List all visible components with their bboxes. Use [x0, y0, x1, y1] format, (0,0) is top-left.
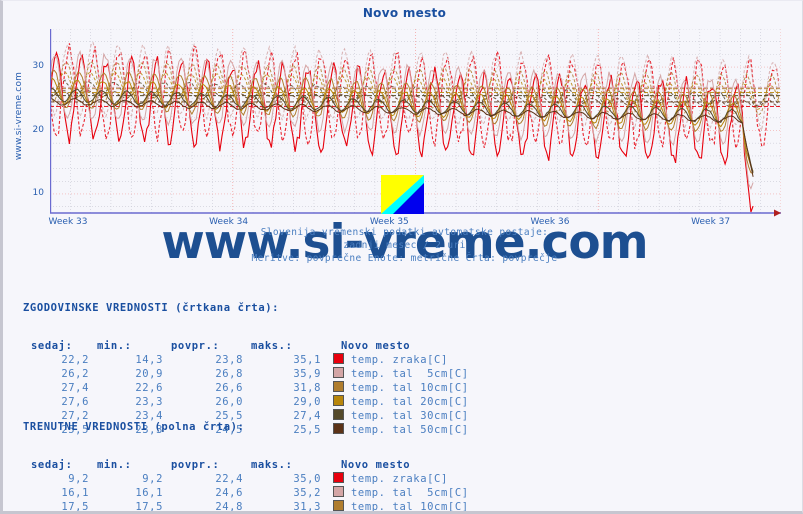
table-row: 16,1 16,1 24,6 35,2 temp. tal 5cm[C] — [23, 486, 469, 500]
site-watermark-vertical: www.si-vreme.com — [14, 71, 24, 161]
legend-series-label: temp. tal 5cm[C] — [351, 487, 469, 499]
legend-series-label: temp. tal 5cm[C] — [351, 368, 469, 380]
x-axis-tick-4: Week 37 — [691, 217, 731, 227]
chart-window: Novo mesto www.si-vreme.com 10 20 30 Week … — [0, 0, 803, 514]
cell-sedaj: 27,4 — [61, 381, 89, 394]
cell-min: 16,1 — [135, 486, 163, 499]
cell-povpr: 23,8 — [215, 353, 243, 366]
cell-min: 14,3 — [135, 353, 163, 366]
column-header-0: sedaj: — [31, 340, 73, 352]
y-axis-tick-10: 10 — [32, 187, 44, 198]
cell-maks: 35,0 — [293, 472, 321, 485]
cell-sedaj: 9,2 — [68, 472, 89, 485]
legend-series-label: temp. zraka[C] — [351, 473, 448, 485]
legend-series-label: temp. tal 10cm[C] — [351, 382, 469, 394]
legend-entry: temp. tal 10cm[C] — [321, 381, 469, 395]
cell-sedaj: 17,5 — [61, 500, 89, 513]
current-series-5 — [50, 97, 754, 177]
legend-color-swatch — [333, 367, 344, 378]
y-axis-tick-30: 30 — [32, 61, 44, 72]
si-vreme-logo — [381, 175, 424, 214]
cell-povpr: 26,8 — [215, 367, 243, 380]
x-axis-tick-2: Week 35 — [369, 217, 409, 227]
legend-entry: temp. tal 5cm[C] — [321, 486, 469, 500]
cell-min: 20,9 — [135, 367, 163, 380]
caption-line-2: zadnji mesec / 2 uri — [343, 240, 466, 251]
current-section-title: TRENUTNE VREDNOSTI (polna črta): — [23, 421, 245, 433]
legend-entry: temp. zraka[C] — [321, 353, 469, 367]
cell-povpr: 24,6 — [215, 486, 243, 499]
column-header-1: min.: — [97, 459, 132, 471]
column-header-3: maks.: — [251, 459, 293, 471]
column-header-1: min.: — [97, 340, 132, 352]
caption-line-3: Meritve: povprečne Enote: metrične Črta:… — [251, 253, 558, 264]
table-row: 9,2 9,2 22,4 35,0 temp. zraka[C] — [23, 472, 469, 486]
legend-color-swatch — [333, 381, 344, 392]
x-axis-tick-1: Week 34 — [209, 217, 249, 227]
cell-min: 17,5 — [135, 500, 163, 513]
x-axis-tick-0: Week 33 — [48, 217, 88, 227]
x-axis-tick-3: Week 36 — [530, 217, 570, 227]
legend-color-swatch — [333, 500, 344, 511]
table-row: 26,2 20,9 26,8 35,9 temp. tal 5cm[C] — [23, 367, 469, 381]
legend-series-label: temp. zraka[C] — [351, 354, 448, 366]
historical-section-title: ZGODOVINSKE VREDNOSTI (črtkana črta): — [23, 302, 280, 314]
legend-series-label: temp. tal 10cm[C] — [351, 501, 469, 513]
cell-povpr: 22,4 — [215, 472, 243, 485]
table-row: 27,4 22,6 26,6 31,8 temp. tal 10cm[C] — [23, 381, 469, 395]
table-row: 17,5 17,5 24,8 31,3 temp. tal 10cm[C] — [23, 500, 469, 513]
current-table: sedaj: min.: povpr.: maks.: Novo mesto 9,2 9,2… — [23, 459, 469, 513]
legend-color-swatch — [333, 486, 344, 497]
column-header-4: Novo mesto — [341, 340, 411, 352]
table-header-row: sedaj: min.: povpr.: maks.: Novo mesto — [23, 459, 469, 472]
cell-min: 22,6 — [135, 381, 163, 394]
legend-entry: temp. tal 10cm[C] — [321, 500, 469, 513]
column-header-0: sedaj: — [31, 459, 73, 471]
page-title: Novo mesto — [362, 6, 447, 20]
cell-povpr: 24,8 — [215, 500, 243, 513]
current-values-table: TRENUTNE VREDNOSTI (polna črta): sedaj: m… — [23, 397, 469, 513]
cell-min: 9,2 — [142, 472, 163, 485]
column-header-2: povpr.: — [171, 459, 220, 471]
legend-color-swatch — [333, 472, 344, 483]
legend-entry: temp. zraka[C] — [321, 472, 469, 486]
legend-entry: temp. tal 5cm[C] — [321, 367, 469, 381]
table-row: 22,2 14,3 23,8 35,1 temp. zraka[C] — [23, 353, 469, 367]
cell-maks: 35,1 — [293, 353, 321, 366]
cell-maks: 31,3 — [293, 500, 321, 513]
cell-povpr: 26,6 — [215, 381, 243, 394]
cell-maks: 31,8 — [293, 381, 321, 394]
column-header-2: povpr.: — [171, 340, 220, 352]
legend-color-swatch — [333, 353, 344, 364]
cell-sedaj: 26,2 — [61, 367, 89, 380]
cell-maks: 35,2 — [293, 486, 321, 499]
column-header-3: maks.: — [251, 340, 293, 352]
caption-line-1: Slovenija vremenski podatki avtomatske p… — [260, 227, 549, 238]
cell-maks: 35,9 — [293, 367, 321, 380]
y-axis-tick-20: 20 — [32, 124, 44, 135]
table-header-row: sedaj: min.: povpr.: maks.: Novo mesto — [23, 340, 469, 353]
column-header-4: Novo mesto — [341, 459, 411, 471]
cell-sedaj: 16,1 — [61, 486, 89, 499]
cell-sedaj: 22,2 — [61, 353, 89, 366]
